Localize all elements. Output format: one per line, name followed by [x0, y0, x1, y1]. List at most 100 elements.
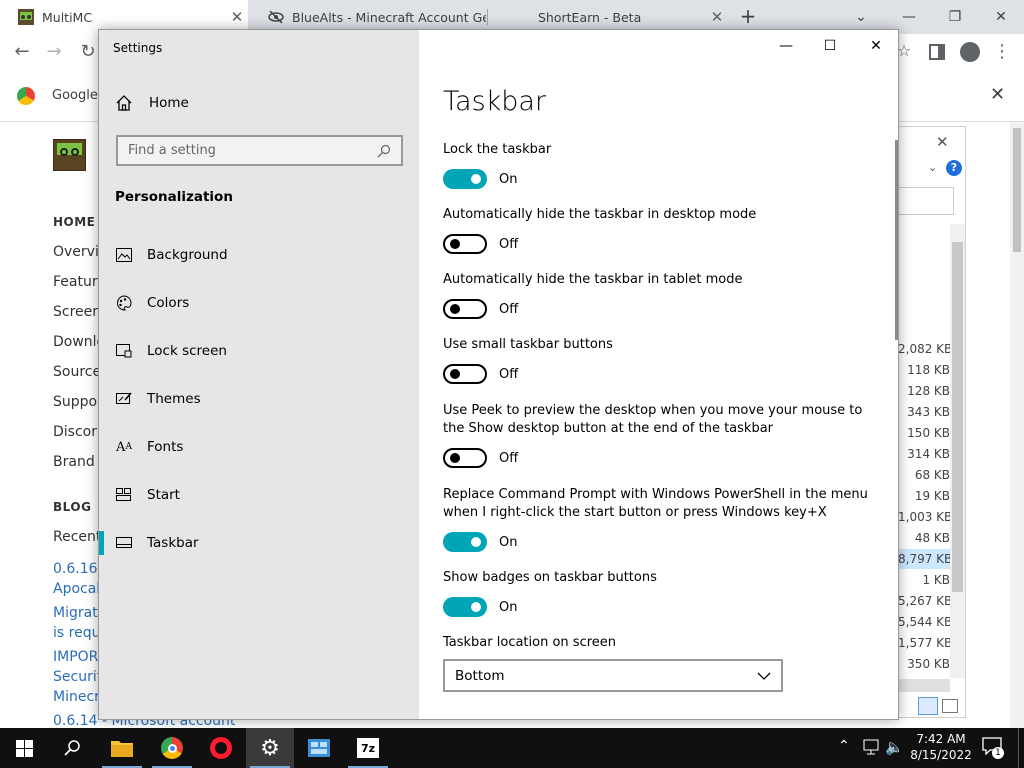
toggle-state: On	[499, 171, 518, 187]
taskbar-file-explorer[interactable]	[98, 728, 146, 768]
blog-link[interactable]: Migrati	[53, 603, 102, 623]
blog-link[interactable]: IMPOR	[53, 647, 98, 667]
nav-heading: HOME	[53, 215, 96, 229]
nav-link[interactable]: Source	[53, 364, 101, 380]
profile-avatar-icon[interactable]	[960, 42, 980, 62]
maximize-button[interactable]: ☐	[807, 30, 853, 62]
action-center-icon[interactable]: 1	[982, 737, 1004, 759]
page-scrollbar[interactable]	[1010, 122, 1024, 728]
taskbar-location-dropdown[interactable]: Bottom	[443, 659, 783, 692]
help-icon[interactable]: ?	[946, 160, 962, 176]
browser-menu-icon[interactable]: ⋮	[990, 41, 1014, 62]
volume-icon[interactable]: 🔈	[885, 738, 904, 756]
settings-content: — ☐ ✕ Taskbar Lock the taskbar On Automa…	[419, 30, 898, 719]
search-input[interactable]	[128, 143, 377, 158]
side-panel-icon[interactable]	[929, 44, 945, 60]
badges-toggle[interactable]	[443, 597, 487, 617]
window-title: Settings	[113, 41, 163, 55]
peek-toggle[interactable]	[443, 448, 487, 468]
taskbar-chrome[interactable]	[148, 728, 196, 768]
close-button[interactable]: ✕	[853, 30, 899, 62]
thumbnail-view-icon[interactable]	[942, 699, 958, 713]
bookmark-google[interactable]: Google	[52, 88, 98, 103]
nav-item-label: Taskbar	[147, 535, 199, 551]
eye-slash-favicon-icon	[268, 9, 284, 25]
network-icon[interactable]	[862, 739, 880, 755]
taskbar-search-button[interactable]	[48, 728, 96, 768]
section-heading: Personalization	[115, 189, 233, 205]
start-button[interactable]	[0, 728, 48, 768]
home-icon	[115, 94, 133, 112]
tab-title: MultiMC	[42, 9, 93, 25]
chevron-down-icon[interactable]: ⌄	[928, 161, 937, 174]
forward-arrow-icon[interactable]: →	[42, 41, 66, 62]
option-autohide-desktop: Automatically hide the taskbar in deskto…	[443, 206, 873, 254]
browser-restore-icon[interactable]: ❐	[932, 0, 978, 34]
system-clock[interactable]: 7:42 AM 8/15/2022	[908, 731, 974, 763]
blog-link[interactable]: Minecr	[53, 687, 100, 707]
page-title: Taskbar	[443, 86, 547, 117]
nav-item-taskbar[interactable]: Taskbar	[99, 521, 419, 565]
fonts-icon: AA	[116, 439, 132, 455]
nav-link[interactable]: Discor	[53, 424, 97, 440]
nav-item-background[interactable]: Background	[99, 233, 419, 277]
small-buttons-toggle[interactable]	[443, 364, 487, 384]
tab-title: BlueAlts - Minecraft Account Gen	[292, 9, 486, 25]
taskbar-settings[interactable]: ⚙	[246, 728, 294, 768]
taskbar-control-panel[interactable]	[295, 728, 343, 768]
content-scrollbar[interactable]	[895, 140, 898, 340]
windows-logo-icon	[15, 739, 33, 757]
file-list-scrollbar[interactable]	[950, 224, 965, 678]
option-label: Automatically hide the taskbar in tablet…	[443, 272, 743, 287]
new-tab-button[interactable]: +	[736, 4, 760, 28]
taskbar-7zip[interactable]: 7z	[344, 728, 392, 768]
search-icon[interactable]	[377, 144, 391, 158]
blog-link[interactable]: Securit	[53, 667, 102, 687]
autohide-tablet-toggle[interactable]	[443, 299, 487, 319]
tab-title: ShortEarn - Beta	[538, 9, 642, 25]
option-label: Lock the taskbar	[443, 142, 552, 157]
file-search-box[interactable]	[898, 187, 954, 215]
home-button[interactable]: Home	[115, 94, 189, 112]
folder-icon	[110, 738, 134, 758]
file-size: 8,797 KB	[898, 552, 953, 566]
file-size: 5,544 KB	[898, 615, 953, 629]
nav-item-label: Start	[147, 487, 180, 503]
taskbar-opera[interactable]	[197, 728, 245, 768]
nav-item-fonts[interactable]: AA Fonts	[99, 425, 419, 469]
option-label: Automatically hide the taskbar in deskto…	[443, 207, 757, 222]
show-hidden-icons-chevron-icon[interactable]: ⌃	[838, 738, 850, 754]
browser-close-icon[interactable]: ✕	[978, 0, 1024, 34]
powershell-toggle[interactable]	[443, 532, 487, 552]
nav-item-start[interactable]: Start	[99, 473, 419, 517]
blog-heading: BLOG	[53, 500, 92, 514]
chevron-down-icon	[757, 672, 771, 680]
blog-recent: Recent	[53, 529, 102, 545]
option-location: Taskbar location on screen	[443, 634, 873, 652]
option-autohide-tablet: Automatically hide the taskbar in tablet…	[443, 271, 873, 319]
details-view-icon[interactable]	[918, 697, 938, 715]
toggle-state: On	[499, 534, 518, 550]
nav-link[interactable]: Suppor	[53, 394, 103, 410]
file-size: 1,003 KB	[898, 510, 953, 524]
close-tab-icon[interactable]: ✕	[226, 8, 248, 26]
multimc-favicon-icon	[18, 9, 34, 25]
reload-icon[interactable]: ↻	[76, 41, 100, 62]
file-h-scrollbar[interactable]	[898, 679, 950, 692]
file-dialog-close-icon[interactable]: ✕	[936, 133, 949, 151]
minimize-button[interactable]: —	[763, 30, 809, 62]
search-box[interactable]	[116, 135, 403, 166]
blog-link[interactable]: is requi	[53, 623, 104, 643]
file-size: 1,577 KB	[898, 636, 953, 650]
back-arrow-icon[interactable]: ←	[10, 41, 34, 62]
close-banner-icon[interactable]: ✕	[990, 84, 1005, 105]
show-desktop-button[interactable]	[1018, 728, 1024, 768]
autohide-desktop-toggle[interactable]	[443, 234, 487, 254]
close-tab-icon[interactable]: ✕	[706, 8, 728, 26]
lock-taskbar-toggle[interactable]	[443, 169, 487, 189]
chrome-icon	[161, 737, 183, 759]
nav-item-themes[interactable]: Themes	[99, 377, 419, 421]
opera-icon	[210, 737, 232, 759]
nav-item-colors[interactable]: Colors	[99, 281, 419, 325]
nav-item-lock-screen[interactable]: Lock screen	[99, 329, 419, 373]
